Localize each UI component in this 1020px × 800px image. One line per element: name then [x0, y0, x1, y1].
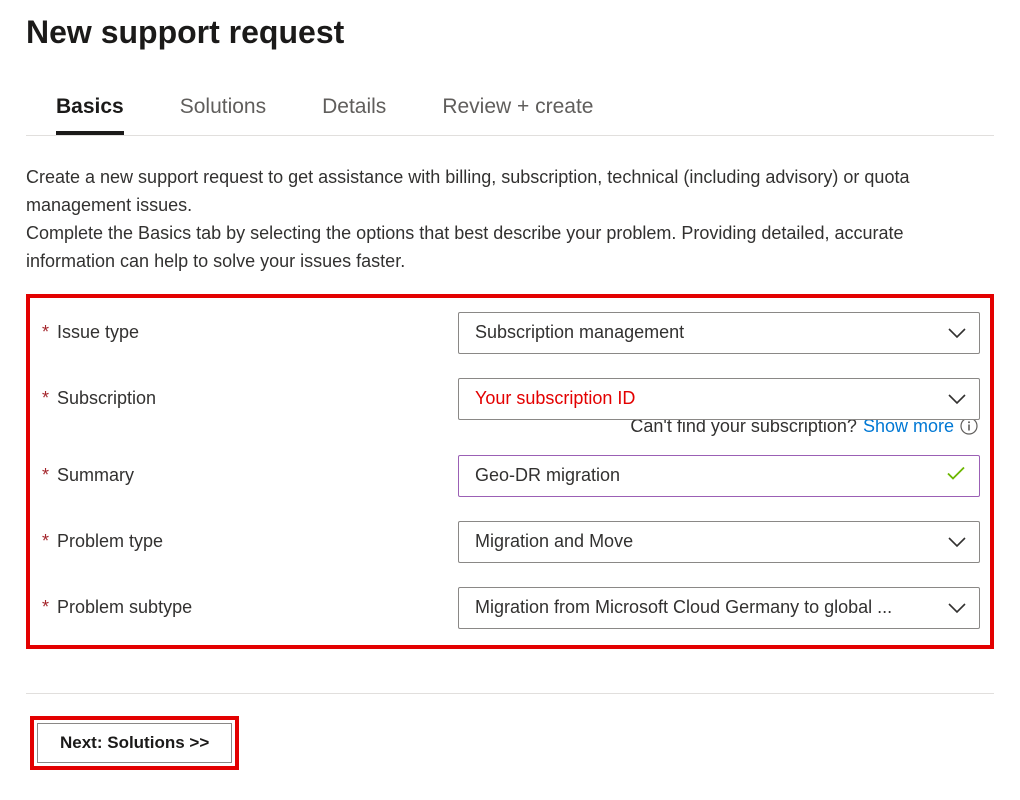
summary-label: * Summary: [40, 465, 458, 486]
tab-basics[interactable]: Basics: [56, 95, 124, 135]
required-asterisk: *: [42, 388, 49, 409]
problem-subtype-label: * Problem subtype: [40, 597, 458, 618]
tab-details[interactable]: Details: [322, 95, 386, 135]
problem-type-dropdown[interactable]: Migration and Move: [458, 521, 980, 563]
problem-subtype-dropdown[interactable]: Migration from Microsoft Cloud Germany t…: [458, 587, 980, 629]
next-solutions-button[interactable]: Next: Solutions >>: [37, 723, 232, 763]
summary-label-text: Summary: [57, 465, 134, 486]
issue-type-label: * Issue type: [40, 322, 458, 343]
issue-type-label-text: Issue type: [57, 322, 139, 343]
subscription-dropdown[interactable]: Your subscription ID: [458, 378, 980, 420]
issue-type-value: Subscription management: [475, 322, 935, 343]
next-button-highlight: Next: Solutions >>: [30, 716, 239, 770]
problem-subtype-value: Migration from Microsoft Cloud Germany t…: [475, 597, 935, 618]
divider: [26, 693, 994, 694]
required-asterisk: *: [42, 322, 49, 343]
subscription-label-text: Subscription: [57, 388, 156, 409]
subscription-label: * Subscription: [40, 388, 458, 409]
tab-review-create[interactable]: Review + create: [442, 95, 593, 135]
required-asterisk: *: [42, 597, 49, 618]
intro-line-1: Create a new support request to get assi…: [26, 167, 909, 215]
tabs-bar: Basics Solutions Details Review + create: [26, 95, 994, 136]
basics-form-highlight: * Issue type Subscription management * S…: [26, 294, 994, 649]
intro-line-2: Complete the Basics tab by selecting the…: [26, 223, 904, 271]
problem-type-label: * Problem type: [40, 531, 458, 552]
intro-text: Create a new support request to get assi…: [26, 164, 994, 276]
required-asterisk: *: [42, 465, 49, 486]
issue-type-dropdown[interactable]: Subscription management: [458, 312, 980, 354]
tab-solutions[interactable]: Solutions: [180, 95, 266, 135]
summary-input[interactable]: Geo-DR migration: [458, 455, 980, 497]
page-title: New support request: [26, 14, 994, 51]
required-asterisk: *: [42, 531, 49, 552]
problem-type-label-text: Problem type: [57, 531, 163, 552]
footer: Next: Solutions >>: [26, 716, 994, 770]
problem-type-value: Migration and Move: [475, 531, 935, 552]
problem-subtype-label-text: Problem subtype: [57, 597, 192, 618]
subscription-value: Your subscription ID: [475, 388, 935, 409]
info-icon[interactable]: [960, 417, 978, 435]
summary-value: Geo-DR migration: [475, 465, 935, 486]
